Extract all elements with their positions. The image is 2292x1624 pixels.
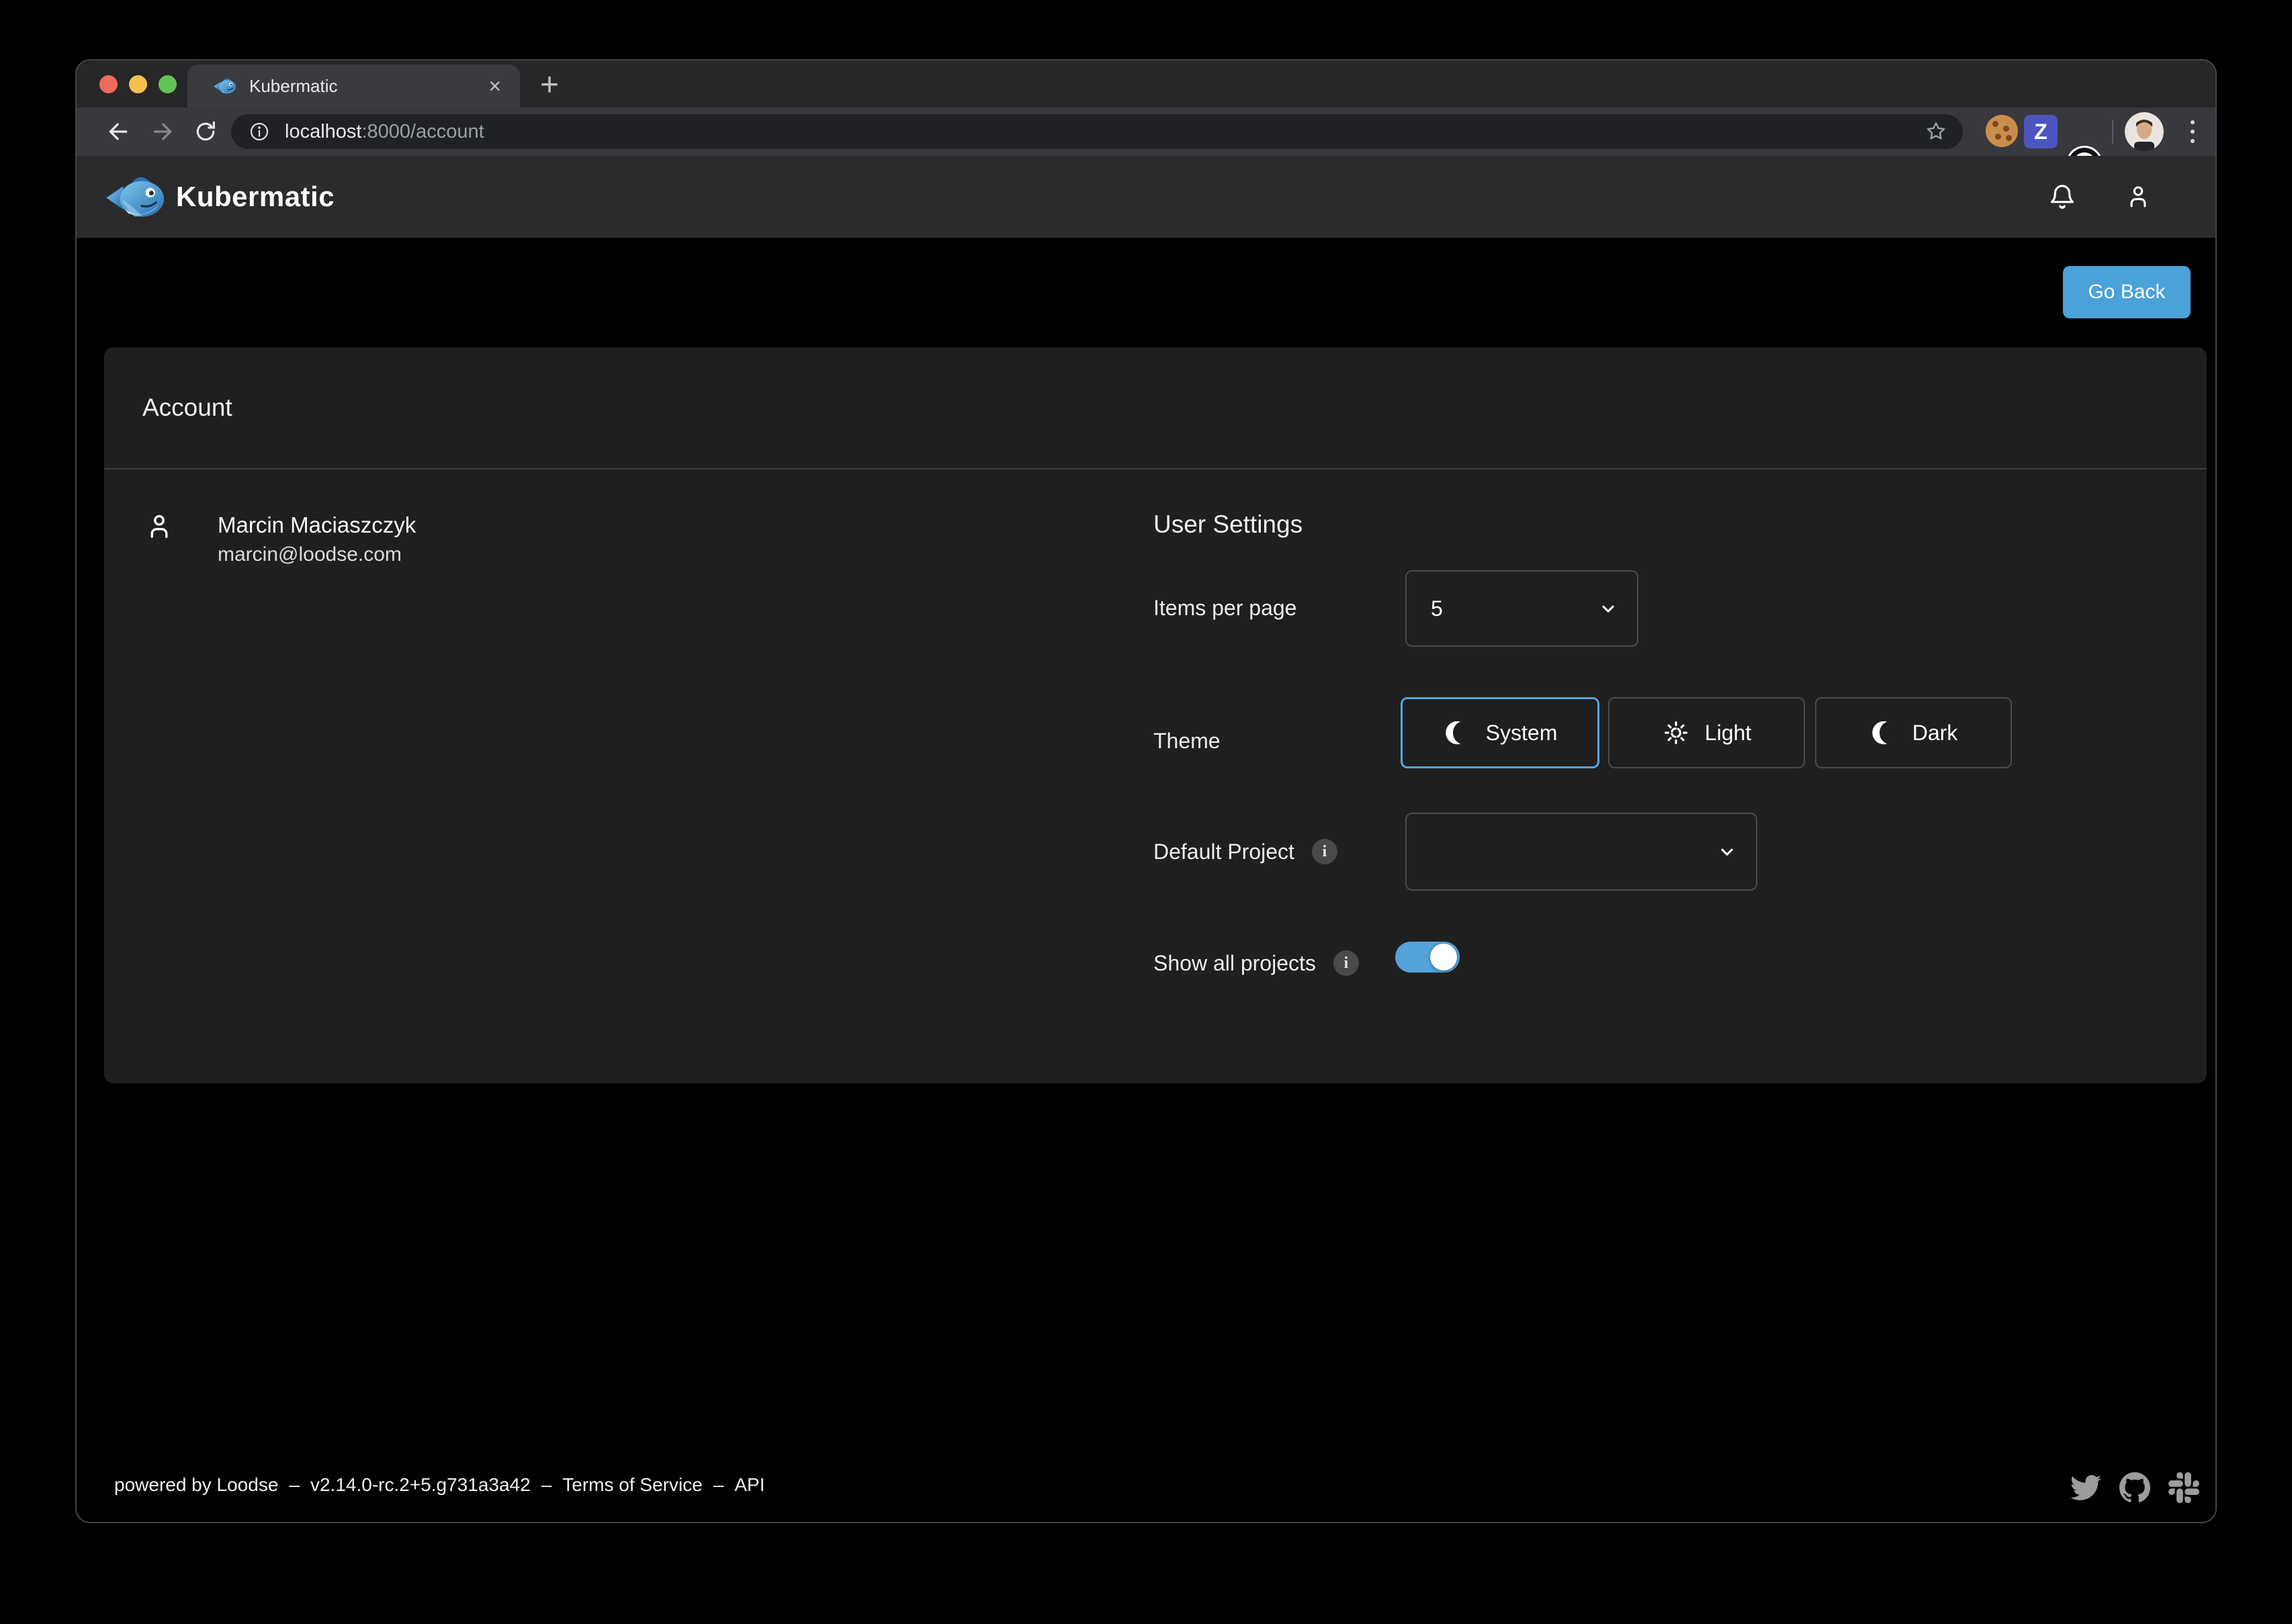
default-project-select[interactable]: [1405, 813, 1757, 891]
avatar-image: [2125, 112, 2164, 151]
footer-powered-by-link[interactable]: powered by Loodse: [114, 1474, 278, 1496]
url-host: localhost: [285, 121, 361, 142]
user-menu-icon[interactable]: [2123, 182, 2153, 212]
theme-system-button[interactable]: System: [1401, 697, 1599, 768]
tab-strip: Kubermatic × +: [77, 60, 2215, 107]
user-settings-title: User Settings: [1153, 510, 1303, 539]
theme-dark-label: Dark: [1912, 721, 1958, 746]
moon-icon: [1869, 719, 1898, 747]
browser-profile-avatar[interactable]: [2125, 112, 2164, 151]
back-button[interactable]: [103, 117, 133, 146]
default-project-info-icon[interactable]: i: [1312, 839, 1337, 864]
moon-icon: [1443, 719, 1471, 747]
footer-dash: –: [541, 1474, 552, 1496]
back-arrow-icon: [105, 118, 132, 145]
theme-system-label: System: [1486, 721, 1558, 746]
chevron-down-icon: [1597, 597, 1620, 620]
forward-button[interactable]: [148, 117, 177, 146]
url-bar[interactable]: localhost:8000/account: [231, 114, 1963, 149]
forward-arrow-icon: [149, 118, 176, 145]
items-per-page-select[interactable]: 5: [1405, 570, 1638, 647]
show-all-projects-info-icon[interactable]: i: [1333, 950, 1359, 976]
footer-version: v2.14.0-rc.2+5.g731a3a42: [310, 1474, 531, 1496]
sun-icon: [1662, 719, 1690, 747]
theme-light-button[interactable]: Light: [1608, 697, 1805, 768]
toggle-thumb: [1430, 944, 1457, 971]
items-per-page-value: 5: [1431, 596, 1597, 621]
close-window-button[interactable]: [99, 75, 118, 93]
browser-window: Kubermatic × + localhost:8000/account Z: [75, 59, 2217, 1523]
notifications-bell-icon[interactable]: [2047, 182, 2077, 212]
browser-menu-icon[interactable]: [2183, 117, 2203, 146]
show-all-projects-label: Show all projects: [1153, 951, 1316, 976]
theme-dark-button[interactable]: Dark: [1815, 697, 2012, 768]
toolbar-separator: [2112, 120, 2113, 144]
minimize-window-button[interactable]: [129, 75, 147, 93]
url-text: localhost:8000/account: [285, 121, 1924, 143]
new-tab-button[interactable]: +: [531, 66, 568, 103]
footer-dash: –: [289, 1474, 300, 1496]
z-extension-icon[interactable]: Z: [2024, 115, 2058, 148]
cookie-extension-icon[interactable]: [1986, 115, 2018, 147]
brand-title: Kubermatic: [176, 156, 335, 238]
items-per-page-label: Items per page: [1153, 596, 1296, 621]
reload-icon: [193, 119, 218, 144]
user-email: marcin@loodse.com: [218, 543, 402, 566]
account-person-icon: [143, 510, 175, 543]
footer-api-link[interactable]: API: [734, 1474, 764, 1496]
traffic-lights: [99, 75, 177, 93]
kubermatic-favicon-fish-icon: [213, 76, 237, 96]
chevron-down-icon: [1716, 840, 1738, 863]
account-card: Account Marcin Maciaszczyk marcin@loodse…: [104, 347, 2207, 1083]
twitter-icon[interactable]: [2070, 1472, 2101, 1503]
browser-toolbar: localhost:8000/account Z 8: [77, 107, 2215, 156]
go-back-button[interactable]: Go Back: [2063, 266, 2191, 318]
footer-dash: –: [713, 1474, 724, 1496]
reload-button[interactable]: [191, 117, 220, 146]
kubermatic-logo-fish-icon[interactable]: [104, 171, 167, 223]
app-header: Kubermatic: [77, 156, 2215, 238]
card-title: Account: [142, 347, 232, 468]
tab-close-icon[interactable]: ×: [488, 75, 501, 97]
slack-icon[interactable]: [2168, 1472, 2199, 1503]
github-icon[interactable]: [2119, 1472, 2150, 1503]
bookmark-star-icon[interactable]: [1924, 120, 1948, 144]
zoom-window-button[interactable]: [159, 75, 177, 93]
footer: powered by Loodse – v2.14.0-rc.2+5.g731a…: [114, 1474, 764, 1496]
theme-label: Theme: [1153, 729, 1221, 754]
url-path: :8000/account: [361, 121, 484, 142]
default-project-label: Default Project: [1153, 840, 1294, 864]
show-all-projects-toggle[interactable]: [1395, 942, 1460, 973]
card-divider: [104, 468, 2207, 469]
theme-light-label: Light: [1705, 721, 1751, 746]
tab-title: Kubermatic: [249, 76, 488, 97]
footer-terms-link[interactable]: Terms of Service: [562, 1474, 703, 1496]
browser-tab-kubermatic[interactable]: Kubermatic ×: [187, 64, 520, 107]
site-info-icon[interactable]: [249, 121, 270, 142]
user-name: Marcin Maciaszczyk: [218, 512, 416, 538]
